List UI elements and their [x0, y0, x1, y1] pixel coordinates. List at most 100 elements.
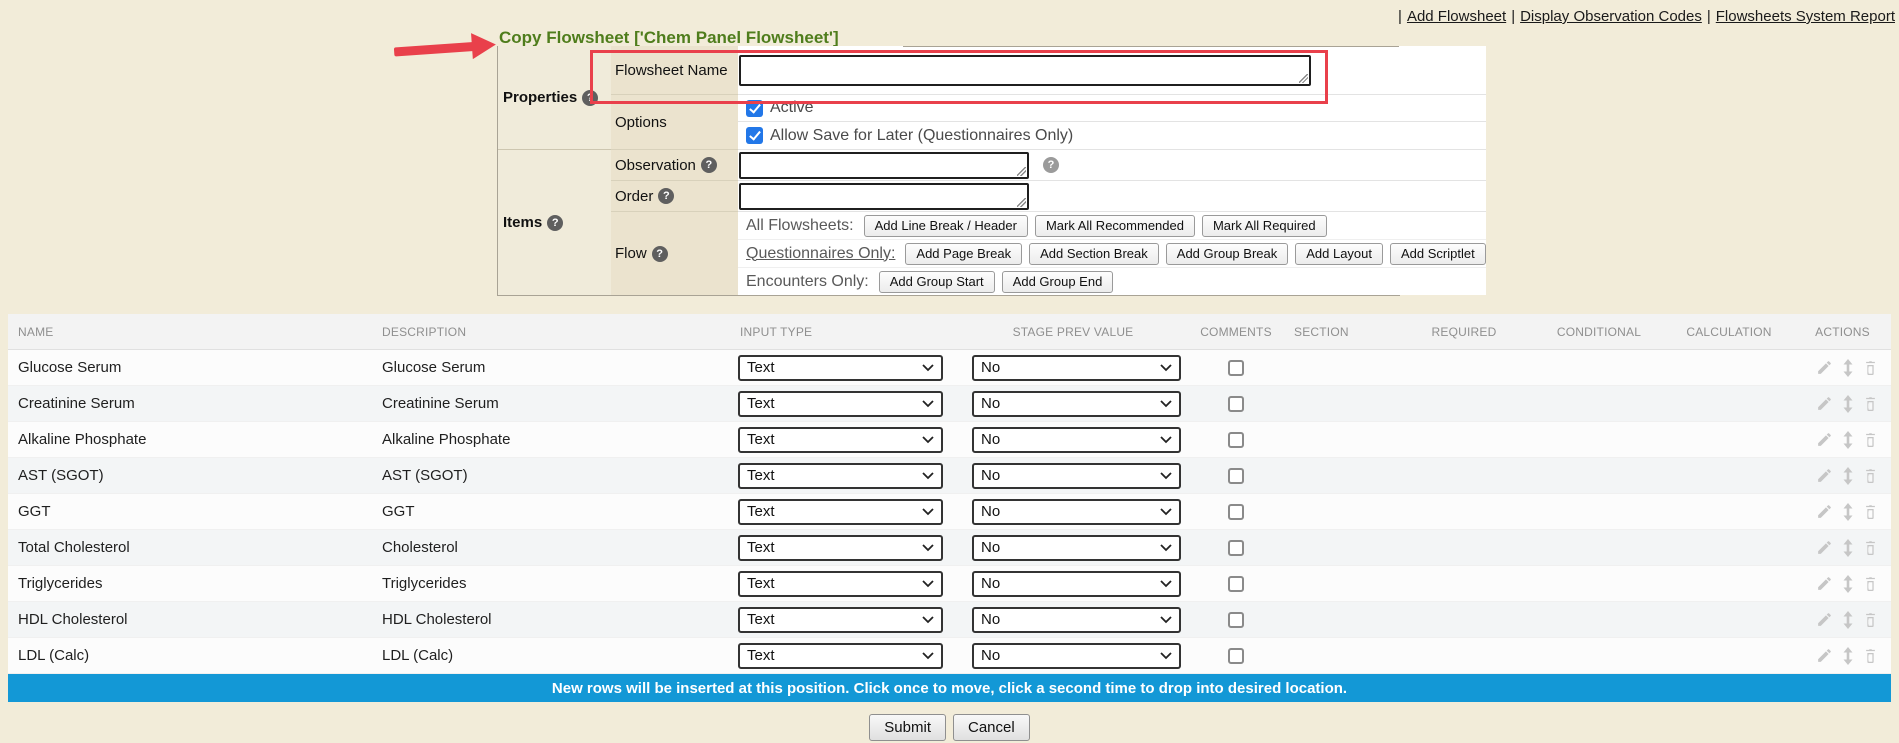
add-line-break-header-button[interactable]: Add Line Break / Header — [864, 215, 1028, 237]
input-type-select[interactable]: Text — [738, 391, 943, 417]
row-name: Triglycerides — [8, 575, 372, 592]
comments-checkbox[interactable] — [1228, 468, 1244, 484]
add-section-break-button[interactable]: Add Section Break — [1029, 243, 1159, 265]
add-group-break-button[interactable]: Add Group Break — [1166, 243, 1288, 265]
row-description: Triglycerides — [372, 575, 730, 592]
chevron-down-icon — [922, 400, 934, 408]
stage-prev-value-select[interactable]: No — [972, 355, 1181, 381]
stage-prev-value: No — [981, 431, 1000, 448]
delete-icon[interactable] — [1863, 539, 1878, 556]
stage-prev-value-select[interactable]: No — [972, 643, 1181, 669]
delete-icon[interactable] — [1863, 611, 1878, 628]
row-actions — [1794, 575, 1891, 593]
help-icon[interactable]: ? — [652, 246, 668, 262]
row-name: HDL Cholesterol — [8, 611, 372, 628]
row-actions — [1794, 431, 1891, 449]
top-link-flowsheets-system-report[interactable]: Flowsheets System Report — [1716, 8, 1895, 25]
cancel-button[interactable]: Cancel — [953, 714, 1030, 741]
stage-prev-value-select[interactable]: No — [972, 499, 1181, 525]
flowsheet-name-input[interactable] — [739, 55, 1311, 86]
column-header-name: NAME — [8, 325, 372, 339]
input-type-select[interactable]: Text — [738, 607, 943, 633]
edit-icon[interactable] — [1816, 647, 1833, 664]
input-type-select[interactable]: Text — [738, 499, 943, 525]
insert-position-bar[interactable]: New rows will be inserted at this positi… — [8, 674, 1891, 702]
allow-save-checkbox[interactable] — [746, 127, 763, 144]
edit-icon[interactable] — [1816, 539, 1833, 556]
stage-prev-value-select[interactable]: No — [972, 427, 1181, 453]
mark-all-recommended-button[interactable]: Mark All Recommended — [1035, 215, 1195, 237]
stage-prev-value: No — [981, 575, 1000, 592]
input-type-select[interactable]: Text — [738, 643, 943, 669]
column-header-description: DESCRIPTION — [372, 325, 730, 339]
delete-icon[interactable] — [1863, 467, 1878, 484]
observation-input[interactable] — [739, 152, 1029, 179]
input-type-select[interactable]: Text — [738, 571, 943, 597]
chevron-down-icon — [922, 580, 934, 588]
mark-all-required-button[interactable]: Mark All Required — [1202, 215, 1327, 237]
stage-prev-value: No — [981, 395, 1000, 412]
comments-checkbox[interactable] — [1228, 612, 1244, 628]
add-page-break-button[interactable]: Add Page Break — [905, 243, 1022, 265]
edit-icon[interactable] — [1816, 467, 1833, 484]
help-icon[interactable]: ? — [701, 157, 717, 173]
add-group-end-button[interactable]: Add Group End — [1002, 271, 1114, 293]
stage-prev-value-select[interactable]: No — [972, 463, 1181, 489]
delete-icon[interactable] — [1863, 575, 1878, 592]
row-actions — [1794, 359, 1891, 377]
stage-prev-value: No — [981, 539, 1000, 556]
table-row: Glucose Serum Glucose Serum Text No — [8, 350, 1891, 386]
move-row-icon[interactable] — [1842, 395, 1854, 413]
comments-checkbox[interactable] — [1228, 540, 1244, 556]
top-link-add-flowsheet[interactable]: Add Flowsheet — [1407, 8, 1506, 25]
edit-icon[interactable] — [1816, 431, 1833, 448]
delete-icon[interactable] — [1863, 395, 1878, 412]
input-type-select[interactable]: Text — [738, 427, 943, 453]
stage-prev-value-select[interactable]: No — [972, 391, 1181, 417]
stage-prev-value-select[interactable]: No — [972, 571, 1181, 597]
active-checkbox[interactable] — [746, 100, 763, 117]
add-scriptlet-button[interactable]: Add Scriptlet — [1390, 243, 1486, 265]
submit-button[interactable]: Submit — [869, 714, 946, 741]
row-description: Glucose Serum — [372, 359, 730, 376]
items-label-text: Items — [503, 214, 542, 231]
move-row-icon[interactable] — [1842, 647, 1854, 665]
delete-icon[interactable] — [1863, 431, 1878, 448]
stage-prev-value-select[interactable]: No — [972, 535, 1181, 561]
input-type-select[interactable]: Text — [738, 535, 943, 561]
help-icon[interactable]: ? — [582, 90, 598, 106]
edit-icon[interactable] — [1816, 575, 1833, 592]
stage-prev-value-select[interactable]: No — [972, 607, 1181, 633]
comments-checkbox[interactable] — [1228, 648, 1244, 664]
edit-icon[interactable] — [1816, 503, 1833, 520]
order-input[interactable] — [739, 183, 1029, 210]
edit-icon[interactable] — [1816, 359, 1833, 376]
comments-checkbox[interactable] — [1228, 432, 1244, 448]
move-row-icon[interactable] — [1842, 575, 1854, 593]
top-link-display-observation-codes[interactable]: Display Observation Codes — [1520, 8, 1702, 25]
move-row-icon[interactable] — [1842, 359, 1854, 377]
help-icon[interactable]: ? — [1043, 157, 1059, 173]
comments-checkbox[interactable] — [1228, 396, 1244, 412]
comments-checkbox[interactable] — [1228, 504, 1244, 520]
stage-prev-value: No — [981, 611, 1000, 628]
add-group-start-button[interactable]: Add Group Start — [879, 271, 995, 293]
move-row-icon[interactable] — [1842, 539, 1854, 557]
delete-icon[interactable] — [1863, 503, 1878, 520]
delete-icon[interactable] — [1863, 647, 1878, 664]
move-row-icon[interactable] — [1842, 503, 1854, 521]
move-row-icon[interactable] — [1842, 431, 1854, 449]
input-type-value: Text — [747, 611, 775, 628]
delete-icon[interactable] — [1863, 359, 1878, 376]
help-icon[interactable]: ? — [547, 215, 563, 231]
edit-icon[interactable] — [1816, 611, 1833, 628]
edit-icon[interactable] — [1816, 395, 1833, 412]
add-layout-button[interactable]: Add Layout — [1295, 243, 1383, 265]
input-type-select[interactable]: Text — [738, 463, 943, 489]
help-icon[interactable]: ? — [658, 188, 674, 204]
move-row-icon[interactable] — [1842, 611, 1854, 629]
comments-checkbox[interactable] — [1228, 360, 1244, 376]
comments-checkbox[interactable] — [1228, 576, 1244, 592]
move-row-icon[interactable] — [1842, 467, 1854, 485]
input-type-select[interactable]: Text — [738, 355, 943, 381]
